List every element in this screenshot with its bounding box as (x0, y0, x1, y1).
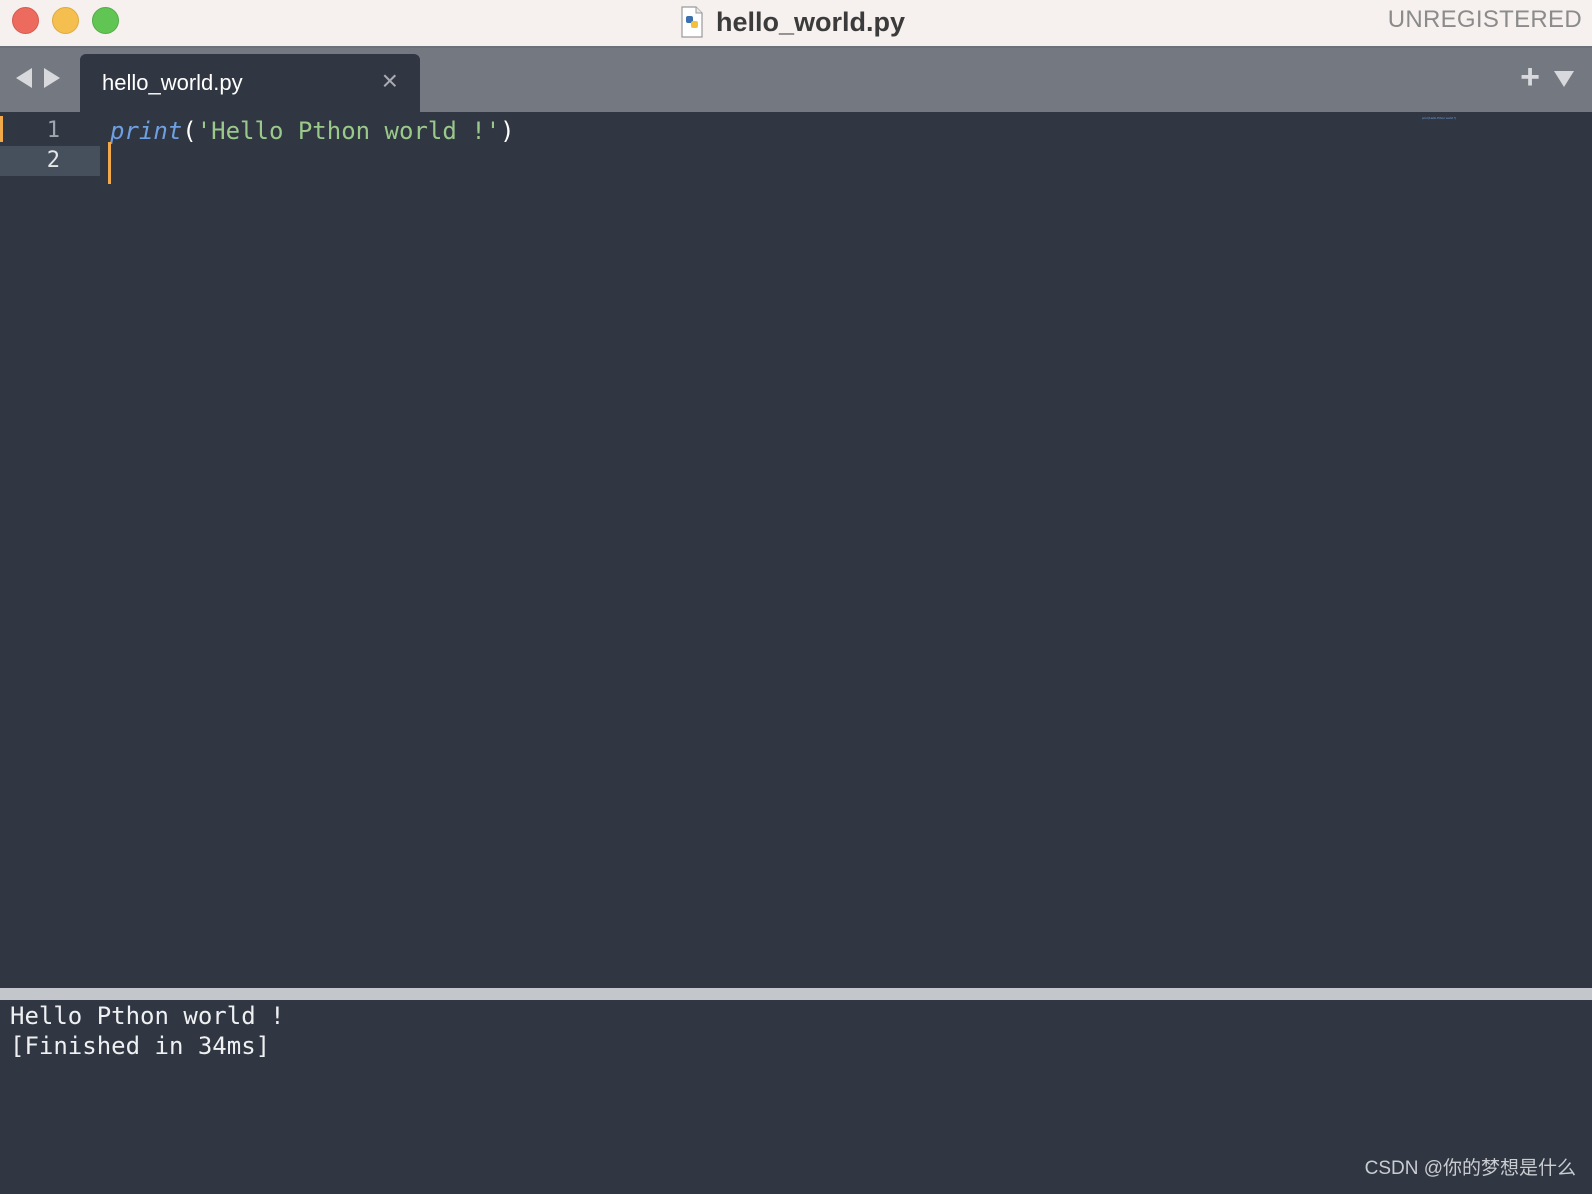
license-status: UNREGISTERED (1387, 6, 1582, 33)
arrow-right-icon[interactable] (44, 68, 60, 88)
tab-label: hello_world.py (102, 70, 243, 95)
code-keyword: print (110, 117, 183, 145)
tab-hello-world[interactable]: hello_world.py × (80, 54, 420, 112)
panel-divider[interactable] (0, 988, 1592, 1000)
code-editor[interactable]: 1 2 print('Hello Pthon world !') print('… (0, 112, 1592, 988)
output-line: [Finished in 34ms] (10, 1032, 271, 1060)
chevron-down-icon[interactable] (1554, 71, 1574, 87)
output-line: Hello Pthon world ! (10, 1002, 285, 1030)
line-number: 1 (46, 118, 60, 143)
close-icon[interactable]: × (382, 67, 398, 95)
text-cursor (108, 142, 111, 184)
minimize-window-button[interactable] (52, 7, 79, 34)
tab-bar: hello_world.py × + (0, 48, 1592, 112)
window-title-group: hello_world.py (680, 2, 905, 42)
watermark: CSDN @你的梦想是什么 (1364, 1158, 1576, 1179)
code-paren-open: ( (182, 117, 197, 145)
python-file-icon (680, 6, 704, 38)
title-bar: hello_world.py UNREGISTERED (0, 0, 1592, 48)
window-title: hello_world.py (716, 6, 906, 37)
build-output-panel: Hello Pthon world ! [Finished in 34ms] C… (0, 1000, 1592, 1194)
arrow-left-icon[interactable] (16, 68, 32, 88)
code-string: 'Hello Pthon world !' (196, 117, 501, 145)
maximize-window-button[interactable] (92, 7, 119, 34)
minimap[interactable]: print('Hello Pthon world !') (1422, 116, 1474, 120)
close-window-button[interactable] (12, 7, 39, 34)
code-line-1[interactable]: print('Hello Pthon world !') (110, 116, 515, 146)
line-number: 2 (46, 148, 60, 173)
new-tab-button[interactable]: + (1520, 60, 1540, 94)
code-paren-close: ) (500, 117, 515, 145)
